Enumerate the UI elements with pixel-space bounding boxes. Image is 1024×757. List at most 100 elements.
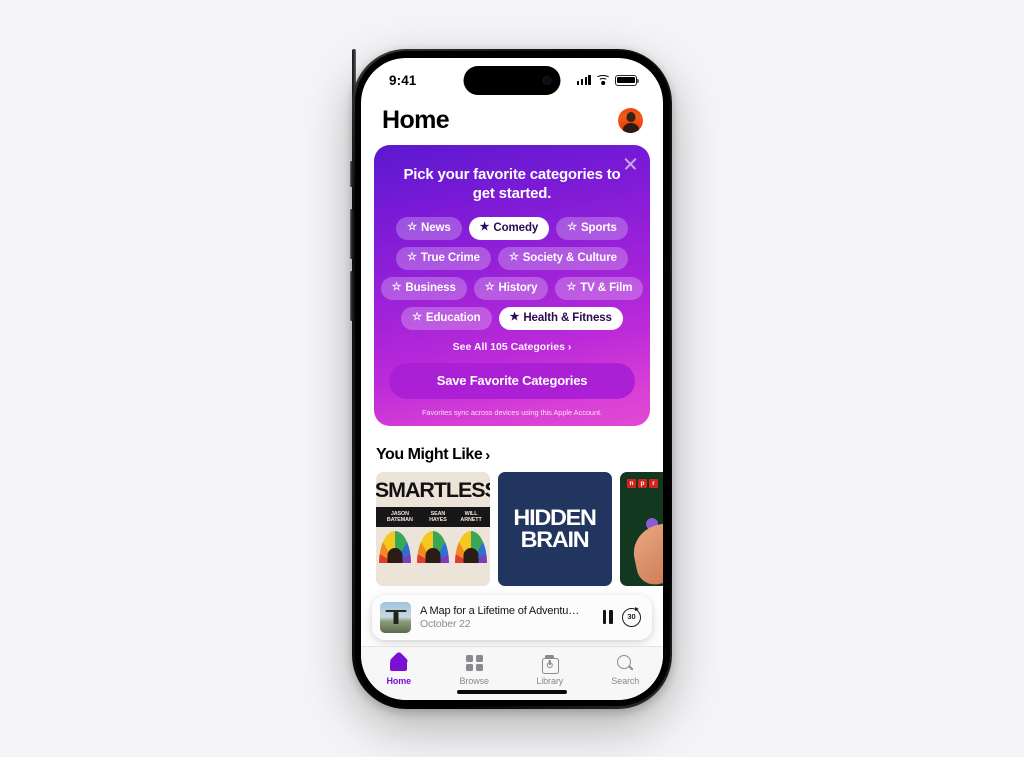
category-chip-history[interactable]: ☆ History xyxy=(473,276,549,300)
tab-home[interactable]: Home xyxy=(361,654,437,686)
status-bar: 9:41 xyxy=(361,58,663,100)
avatar[interactable] xyxy=(618,107,643,133)
rainbow-arcs-decoration xyxy=(376,526,490,586)
save-favorite-categories-button[interactable]: Save Favorite Categories xyxy=(389,362,635,399)
category-chip-label: Society & Culture xyxy=(522,251,617,264)
chevron-right-icon: › xyxy=(485,446,491,464)
star-outline-icon: ☆ xyxy=(566,281,577,293)
podcast-card-smartless[interactable]: SMARTLESS JASON BATEMAN SEAN HAYES WILL … xyxy=(376,471,490,586)
app-header: Home xyxy=(361,100,663,139)
category-chip-education[interactable]: ☆ Education xyxy=(401,306,492,330)
category-chip-group: ☆ News ★ Comedy ☆ Sports ☆ True Crime ☆ … xyxy=(380,216,644,330)
category-chip-label: Health & Fitness xyxy=(523,311,612,324)
promo-title: Pick your favorite categories to get sta… xyxy=(403,165,621,203)
page-title: Home xyxy=(382,105,450,134)
see-all-categories-link[interactable]: See All 105 Categories › xyxy=(389,341,635,353)
hand-illustration xyxy=(628,517,663,586)
star-outline-icon: ☆ xyxy=(412,311,422,323)
host-name: WILL ARNETT xyxy=(460,510,482,524)
artwork-line-1: HIDDEN xyxy=(513,505,597,531)
podcast-host-names: JASON BATEMAN SEAN HAYES WILL ARNETT xyxy=(376,506,490,527)
podcast-artwork-title: SMARTLESS xyxy=(376,478,490,502)
npr-letter: p xyxy=(638,478,647,488)
promo-footnote: Favorites sync across devices using this… xyxy=(421,407,603,417)
category-chip-row: ☆ Education ★ Health & Fitness xyxy=(401,306,623,330)
favorite-categories-card: Pick your favorite categories to get sta… xyxy=(374,144,650,426)
category-chip-sports[interactable]: ☆ Sports xyxy=(556,216,628,240)
host-name: JASON BATEMAN xyxy=(386,510,413,524)
silent-switch[interactable] xyxy=(350,160,353,187)
status-indicators xyxy=(576,74,640,86)
dynamic-island xyxy=(463,65,561,95)
star-outline-icon: ☆ xyxy=(508,251,519,263)
battery-full-icon xyxy=(615,74,640,86)
category-chip-row: ☆ News ★ Comedy ☆ Sports xyxy=(396,216,628,240)
skip-seconds-label: 30 xyxy=(627,612,636,622)
now-playing-title: A Map for a Lifetime of Adventu… xyxy=(420,604,580,617)
tab-label: Search xyxy=(611,676,640,686)
now-playing-subtitle: October 22 xyxy=(420,617,471,630)
category-chip-society-culture[interactable]: ☆ Society & Culture xyxy=(497,246,628,270)
skip-forward-30-icon[interactable]: 30 xyxy=(622,607,641,627)
phone-screen: 9:41 Home Pick your favorite categories … xyxy=(361,57,664,700)
category-chip-row: ☆ Business ☆ History ☆ TV & Film xyxy=(380,276,644,300)
section-title: You Might Like xyxy=(376,445,483,463)
library-icon xyxy=(542,654,560,674)
category-chip-label: Education xyxy=(425,311,481,324)
close-icon[interactable] xyxy=(622,155,639,172)
tab-label: Browse xyxy=(459,676,490,686)
category-chip-tv-film[interactable]: ☆ TV & Film xyxy=(555,276,644,300)
category-chip-row: ☆ True Crime ☆ Society & Culture xyxy=(396,246,628,270)
rainbow-arc-icon xyxy=(417,530,449,563)
status-time: 9:41 xyxy=(389,72,417,88)
category-chip-label: TV & Film xyxy=(580,281,633,294)
tab-search[interactable]: Search xyxy=(588,654,664,686)
volume-down-button[interactable] xyxy=(349,270,353,321)
star-filled-icon: ★ xyxy=(479,221,490,233)
npr-letter: n xyxy=(627,478,636,488)
home-icon xyxy=(390,654,408,673)
now-playing-bar[interactable]: A Map for a Lifetime of Adventu… October… xyxy=(372,594,652,640)
cellular-bars-icon xyxy=(576,75,591,85)
wifi-icon xyxy=(595,75,611,86)
home-indicator xyxy=(457,689,567,694)
podcast-carousel[interactable]: SMARTLESS JASON BATEMAN SEAN HAYES WILL … xyxy=(361,471,663,586)
pause-icon[interactable] xyxy=(602,610,613,624)
tab-bar: Home Browse Library Search xyxy=(361,645,664,700)
scroll-content[interactable]: Pick your favorite categories to get sta… xyxy=(361,139,663,646)
npr-letter: r xyxy=(649,478,658,488)
front-camera-icon xyxy=(542,75,552,85)
artwork-line-2: BRAIN xyxy=(521,526,590,552)
star-outline-icon: ☆ xyxy=(407,221,417,233)
category-chip-true-crime[interactable]: ☆ True Crime xyxy=(396,246,491,270)
tab-label: Library xyxy=(536,676,564,686)
star-outline-icon: ☆ xyxy=(391,281,402,293)
rainbow-arc-icon xyxy=(379,530,411,563)
now-playing-meta: A Map for a Lifetime of Adventu… October… xyxy=(420,605,594,630)
star-filled-icon: ★ xyxy=(509,311,520,323)
category-chip-label: Comedy xyxy=(493,221,539,234)
search-icon xyxy=(617,654,633,673)
category-chip-label: True Crime xyxy=(420,251,480,264)
category-chip-label: News xyxy=(420,221,451,234)
category-chip-comedy[interactable]: ★ Comedy xyxy=(468,216,550,240)
volume-up-button[interactable] xyxy=(349,208,353,259)
podcast-card-npr[interactable]: n p r xyxy=(620,471,663,586)
you-might-like-header[interactable]: You Might Like › xyxy=(361,426,663,472)
tab-library[interactable]: Library xyxy=(512,654,588,686)
host-name: SEAN HAYES xyxy=(429,510,447,524)
category-chip-business[interactable]: ☆ Business xyxy=(380,276,467,300)
grid-icon xyxy=(465,654,483,673)
category-chip-health-fitness[interactable]: ★ Health & Fitness xyxy=(498,306,623,330)
star-outline-icon: ☆ xyxy=(484,281,495,293)
podcast-card-hidden-brain[interactable]: HIDDEN BRAIN xyxy=(498,471,612,586)
star-outline-icon: ☆ xyxy=(407,251,417,263)
now-playing-artwork xyxy=(380,601,411,633)
iphone-mockup: 9:41 Home Pick your favorite categories … xyxy=(349,48,672,709)
tab-browse[interactable]: Browse xyxy=(437,654,513,686)
tab-label: Home xyxy=(386,676,412,686)
star-outline-icon: ☆ xyxy=(567,221,577,233)
category-chip-news[interactable]: ☆ News xyxy=(396,216,462,240)
category-chip-label: Sports xyxy=(580,221,617,234)
rainbow-arc-icon xyxy=(455,530,487,563)
